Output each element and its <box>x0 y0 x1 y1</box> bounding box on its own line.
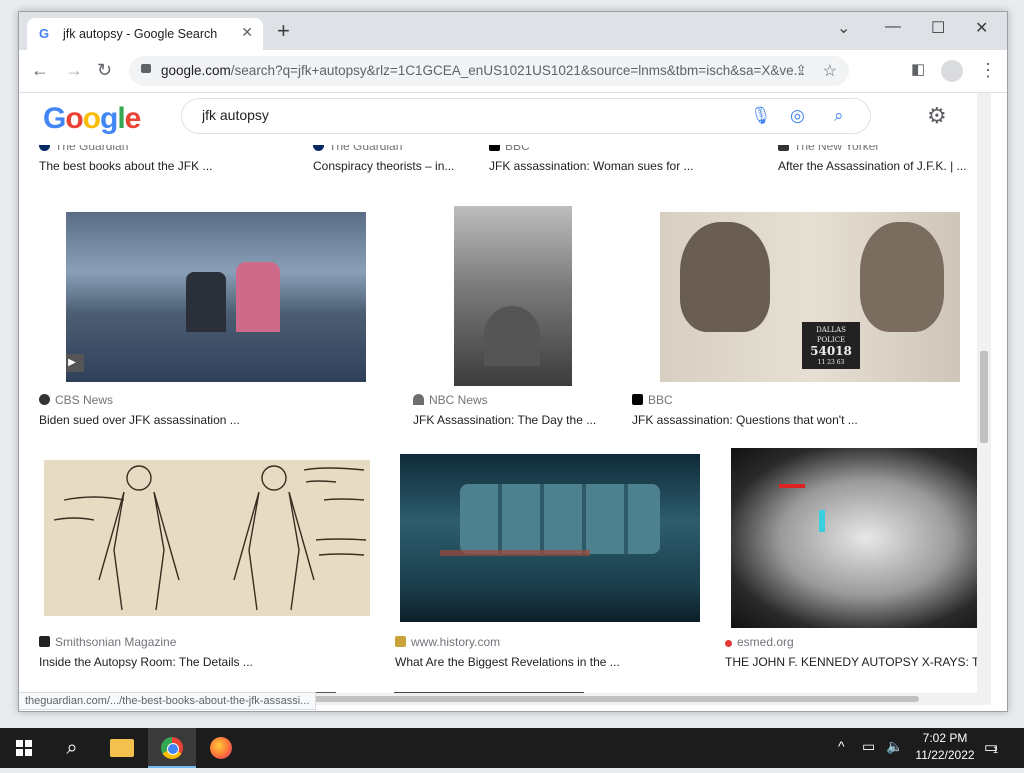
result-caption[interactable]: After the Assassination of J.F.K. | ... <box>778 159 978 173</box>
result-source[interactable]: Smithsonian Magazine <box>39 635 176 649</box>
lock-icon[interactable] <box>141 64 151 73</box>
maximize-button[interactable]: ☐ <box>931 18 945 38</box>
tab-strip: G jfk autopsy - Google Search ✕ + ⌄ — ☐ … <box>19 12 1007 50</box>
clock-time: 7:02 PM <box>922 731 968 745</box>
clock[interactable]: 7:02 PM 11/22/2022 <box>914 731 976 762</box>
network-icon[interactable]: ▭ <box>862 738 875 755</box>
placard-line: DALLAS <box>816 326 846 334</box>
firefox-taskbar-icon[interactable] <box>197 728 245 768</box>
logo-letter: o <box>82 102 101 135</box>
settings-gear-icon[interactable]: ⚙ <box>927 103 947 129</box>
back-arrow-icon[interactable]: ← <box>31 60 49 80</box>
taskbar-search-icon[interactable]: ⌕ <box>48 728 96 768</box>
browser-toolbar: ← → ↻ google.com/search?q=jfk+autopsy&rl… <box>19 50 1007 93</box>
logo-letter: G <box>43 102 66 135</box>
logo-letter: e <box>124 102 142 135</box>
result-source[interactable]: www.history.com <box>395 635 500 649</box>
google-logo[interactable]: Google <box>43 102 142 136</box>
lens-camera-icon[interactable]: ◎ <box>790 106 805 126</box>
start-button[interactable] <box>0 728 48 768</box>
google-header: Google 🎙 ◎ ⌕ ⚙ ⋮ <box>19 93 991 145</box>
share-icon[interactable]: ⇪ <box>795 62 807 79</box>
result-image-skull-xray[interactable] <box>731 448 977 628</box>
file-explorer-icon[interactable] <box>98 728 146 768</box>
chrome-menu-icon[interactable]: ⋮ <box>979 60 997 80</box>
bookmark-star-icon[interactable]: ☆ <box>823 61 837 81</box>
play-video-icon: ▶ <box>66 354 84 372</box>
search-input[interactable] <box>200 106 724 124</box>
result-image-mugshot[interactable]: DALLAS POLICE 54018 11 23 63 <box>660 212 960 382</box>
result-caption[interactable]: Conspiracy theorists – in... <box>313 159 473 173</box>
placard-number: 54018 <box>810 344 852 358</box>
close-window-button[interactable]: ✕ <box>975 18 988 38</box>
result-image-motorcade[interactable]: ▶ <box>66 212 366 382</box>
result-caption[interactable]: JFK assassination: Woman sues for ... <box>489 159 759 173</box>
result-source[interactable]: CBS News <box>39 393 113 407</box>
logo-letter: l <box>117 102 125 135</box>
address-bar[interactable]: google.com/search?q=jfk+autopsy&rlz=1C1G… <box>129 56 849 86</box>
placard-date: 11 23 63 <box>817 359 845 366</box>
new-tab-button[interactable]: + <box>277 20 290 42</box>
search-icon[interactable]: ⌕ <box>834 106 844 126</box>
scrollbar-thumb[interactable] <box>980 351 988 443</box>
volume-icon[interactable]: 🔈 <box>886 738 903 755</box>
result-caption[interactable]: Biden sued over JFK assassination ... <box>39 413 299 427</box>
result-image-limousine-seat[interactable] <box>400 454 700 622</box>
voice-search-icon[interactable]: 🎙 <box>750 106 772 126</box>
result-image-crowd[interactable] <box>454 206 572 386</box>
show-hidden-icons-chevron-icon[interactable]: ^ <box>838 738 845 754</box>
windows-logo-icon <box>16 740 32 756</box>
close-tab-icon[interactable]: ✕ <box>241 24 253 41</box>
reload-icon[interactable]: ↻ <box>97 60 112 80</box>
tab-title: jfk autopsy - Google Search <box>63 27 218 41</box>
logo-letter: g <box>100 102 118 135</box>
minimize-button[interactable]: — <box>885 18 901 36</box>
link-status-bar: theguardian.com/.../the-best-books-about… <box>19 692 317 710</box>
vertical-scrollbar[interactable] <box>977 93 991 698</box>
windows-taskbar: ⌕ ^ ▭ 🔈 7:02 PM 11/22/2022 ▭ 1 <box>0 728 1024 768</box>
url-text[interactable]: google.com/search?q=jfk+autopsy&rlz=1C1G… <box>161 63 821 78</box>
result-caption[interactable]: THE JOHN F. KENNEDY AUTOPSY X-RAYS: T... <box>725 655 980 669</box>
forward-arrow-icon[interactable]: → <box>65 60 83 80</box>
profile-avatar-icon[interactable] <box>941 60 963 82</box>
chrome-window: G jfk autopsy - Google Search ✕ + ⌄ — ☐ … <box>18 11 1008 712</box>
result-source[interactable]: BBC <box>632 393 673 407</box>
tab-search-chevron-icon[interactable]: ⌄ <box>837 18 850 38</box>
logo-letter: o <box>65 102 83 135</box>
result-caption[interactable]: The best books about the JFK ... <box>39 159 299 173</box>
result-caption[interactable]: What Are the Biggest Revelations in the … <box>395 655 635 669</box>
result-caption[interactable]: JFK Assassination: The Day the ... <box>413 413 613 427</box>
result-source[interactable]: esmed.org <box>725 635 794 649</box>
result-caption[interactable]: JFK assassination: Questions that won't … <box>632 413 902 427</box>
side-panel-icon[interactable]: ◧ <box>911 60 925 80</box>
result-source[interactable]: NBC News <box>413 393 488 407</box>
result-image-autopsy-diagram[interactable] <box>44 460 370 616</box>
tab-google-search[interactable]: G jfk autopsy - Google Search ✕ <box>27 18 263 50</box>
body-diagram-sketch <box>53 465 367 611</box>
google-images-page: The Guardian The best books about the JF… <box>19 93 991 698</box>
chrome-taskbar-icon[interactable] <box>148 728 196 768</box>
search-box: 🎙 ◎ ⌕ <box>181 98 871 134</box>
result-caption[interactable]: Inside the Autopsy Room: The Details ... <box>39 655 299 669</box>
google-favicon-icon: G <box>39 26 50 41</box>
notification-count: 1 <box>993 745 999 755</box>
police-placard: DALLAS POLICE 54018 11 23 63 <box>802 322 860 369</box>
notifications-icon[interactable]: ▭ 1 <box>984 738 998 756</box>
clock-date: 11/22/2022 <box>915 748 975 762</box>
